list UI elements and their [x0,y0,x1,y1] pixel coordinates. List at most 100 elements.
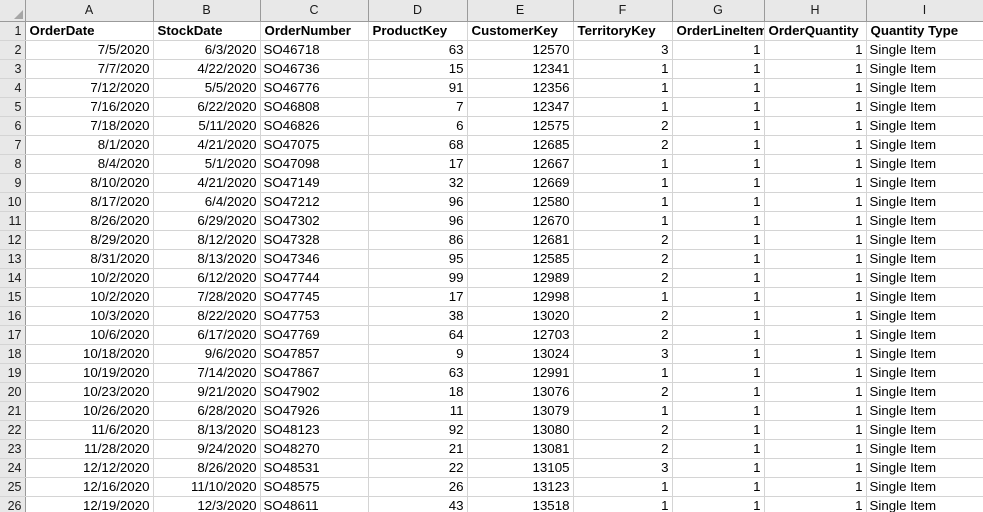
cell-B7[interactable]: 4/21/2020 [153,135,261,155]
cell-D12[interactable]: 86 [368,230,468,250]
cell-I15[interactable]: Single Item [866,287,983,307]
cell-B26[interactable]: 12/3/2020 [153,496,261,512]
cell-D3[interactable]: 15 [368,59,468,79]
cell-A8[interactable]: 8/4/2020 [25,154,154,174]
cell-A24[interactable]: 12/12/2020 [25,458,154,478]
spreadsheet-grid[interactable]: A B C D E F G H I 1 OrderDate StockDate Ord… [0,0,983,512]
cell-B2[interactable]: 6/3/2020 [153,40,261,60]
cell-I3[interactable]: Single Item [866,59,983,79]
cell-I12[interactable]: Single Item [866,230,983,250]
cell-F12[interactable]: 2 [573,230,673,250]
cell-C3[interactable]: SO46736 [260,59,369,79]
cell-I21[interactable]: Single Item [866,401,983,421]
cell-H5[interactable]: 1 [764,97,867,117]
cell-I23[interactable]: Single Item [866,439,983,459]
cell-B8[interactable]: 5/1/2020 [153,154,261,174]
cell-G12[interactable]: 1 [672,230,765,250]
cell-I7[interactable]: Single Item [866,135,983,155]
cell-A13[interactable]: 8/31/2020 [25,249,154,269]
cell-E22[interactable]: 13080 [467,420,574,440]
cell-A16[interactable]: 10/3/2020 [25,306,154,326]
cell-C9[interactable]: SO47149 [260,173,369,193]
cell-G21[interactable]: 1 [672,401,765,421]
cell-E16[interactable]: 13020 [467,306,574,326]
cell-H17[interactable]: 1 [764,325,867,345]
column-title-cell-i[interactable]: Quantity Type [866,21,983,41]
cell-A20[interactable]: 10/23/2020 [25,382,154,402]
cell-A9[interactable]: 8/10/2020 [25,173,154,193]
cell-B20[interactable]: 9/21/2020 [153,382,261,402]
cell-E23[interactable]: 13081 [467,439,574,459]
row-header-7[interactable]: 7 [0,135,26,155]
cell-G25[interactable]: 1 [672,477,765,497]
cell-H3[interactable]: 1 [764,59,867,79]
cell-A17[interactable]: 10/6/2020 [25,325,154,345]
row-header-3[interactable]: 3 [0,59,26,79]
row-header-24[interactable]: 24 [0,458,26,478]
cell-B15[interactable]: 7/28/2020 [153,287,261,307]
cell-A26[interactable]: 12/19/2020 [25,496,154,512]
row-header-23[interactable]: 23 [0,439,26,459]
cell-H20[interactable]: 1 [764,382,867,402]
cell-G11[interactable]: 1 [672,211,765,231]
cell-C10[interactable]: SO47212 [260,192,369,212]
cell-C4[interactable]: SO46776 [260,78,369,98]
column-header-i[interactable]: I [866,0,983,22]
cell-D6[interactable]: 6 [368,116,468,136]
cell-C13[interactable]: SO47346 [260,249,369,269]
cell-F26[interactable]: 1 [573,496,673,512]
cell-F7[interactable]: 2 [573,135,673,155]
row-header-1[interactable]: 1 [0,21,26,41]
cell-B25[interactable]: 11/10/2020 [153,477,261,497]
cell-I25[interactable]: Single Item [866,477,983,497]
row-header-10[interactable]: 10 [0,192,26,212]
cell-F9[interactable]: 1 [573,173,673,193]
cell-H25[interactable]: 1 [764,477,867,497]
cell-G2[interactable]: 1 [672,40,765,60]
cell-F10[interactable]: 1 [573,192,673,212]
cell-C5[interactable]: SO46808 [260,97,369,117]
cell-E24[interactable]: 13105 [467,458,574,478]
cell-B21[interactable]: 6/28/2020 [153,401,261,421]
cell-I22[interactable]: Single Item [866,420,983,440]
cell-E6[interactable]: 12575 [467,116,574,136]
cell-C15[interactable]: SO47745 [260,287,369,307]
column-header-d[interactable]: D [368,0,468,22]
cell-C8[interactable]: SO47098 [260,154,369,174]
cell-F2[interactable]: 3 [573,40,673,60]
cell-F6[interactable]: 2 [573,116,673,136]
cell-B19[interactable]: 7/14/2020 [153,363,261,383]
cell-B9[interactable]: 4/21/2020 [153,173,261,193]
cell-I2[interactable]: Single Item [866,40,983,60]
cell-I6[interactable]: Single Item [866,116,983,136]
cell-E4[interactable]: 12356 [467,78,574,98]
cell-H14[interactable]: 1 [764,268,867,288]
cell-E7[interactable]: 12685 [467,135,574,155]
cell-C20[interactable]: SO47902 [260,382,369,402]
cell-E2[interactable]: 12570 [467,40,574,60]
cell-D10[interactable]: 96 [368,192,468,212]
cell-G17[interactable]: 1 [672,325,765,345]
cell-F17[interactable]: 2 [573,325,673,345]
column-title-cell-g[interactable]: OrderLineItem [672,21,765,41]
cell-H18[interactable]: 1 [764,344,867,364]
column-title-cell-f[interactable]: TerritoryKey [573,21,673,41]
cell-G19[interactable]: 1 [672,363,765,383]
column-header-e[interactable]: E [467,0,574,22]
cell-I5[interactable]: Single Item [866,97,983,117]
cell-F16[interactable]: 2 [573,306,673,326]
cell-G26[interactable]: 1 [672,496,765,512]
cell-C18[interactable]: SO47857 [260,344,369,364]
cell-H19[interactable]: 1 [764,363,867,383]
cell-C22[interactable]: SO48123 [260,420,369,440]
cell-H4[interactable]: 1 [764,78,867,98]
cell-E17[interactable]: 12703 [467,325,574,345]
cell-E12[interactable]: 12681 [467,230,574,250]
cell-B4[interactable]: 5/5/2020 [153,78,261,98]
column-title-cell-c[interactable]: OrderNumber [260,21,369,41]
cell-G23[interactable]: 1 [672,439,765,459]
cell-D11[interactable]: 96 [368,211,468,231]
cell-F5[interactable]: 1 [573,97,673,117]
cell-D5[interactable]: 7 [368,97,468,117]
cell-D13[interactable]: 95 [368,249,468,269]
